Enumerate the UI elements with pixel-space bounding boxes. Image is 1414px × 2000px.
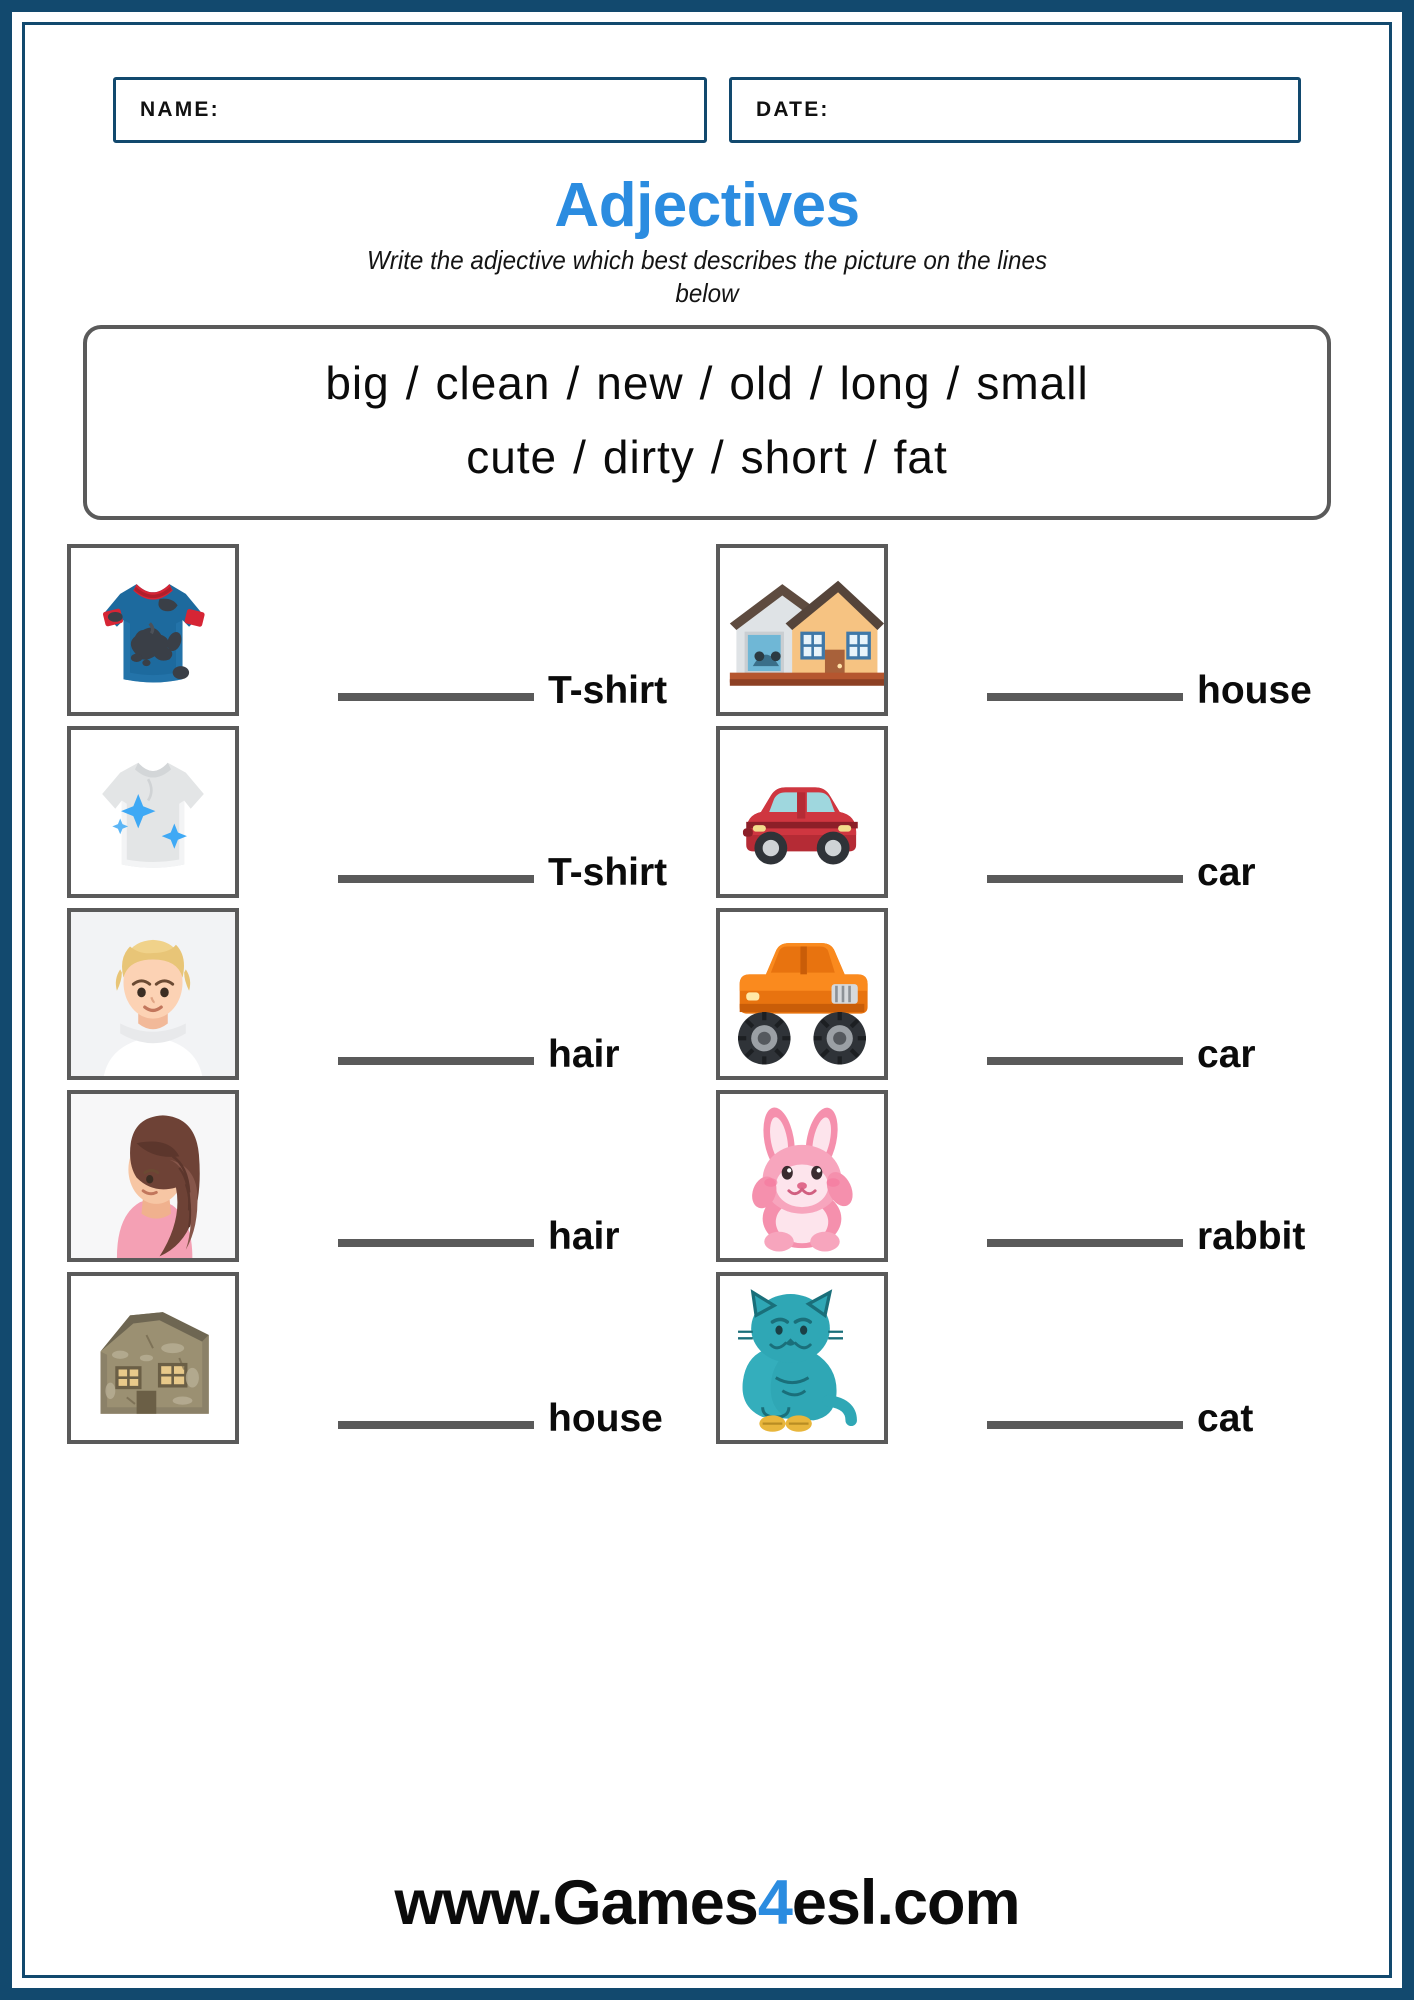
noun-label: car bbox=[1197, 1033, 1256, 1077]
answer-area: T-shirt bbox=[239, 853, 698, 898]
word-bank-separator: / bbox=[405, 357, 420, 410]
word-bank-word: long bbox=[839, 357, 931, 410]
word-bank-word: cute bbox=[466, 430, 558, 483]
question-item: T-shirt bbox=[67, 720, 698, 899]
short-hair-girl-icon bbox=[67, 908, 239, 1081]
word-bank-separator: / bbox=[946, 357, 961, 410]
word-bank-word: fat bbox=[893, 430, 948, 483]
answer-write-line[interactable] bbox=[338, 1057, 534, 1066]
word-bank-word: clean bbox=[435, 357, 551, 410]
answer-write-line[interactable] bbox=[338, 693, 534, 702]
cute-rabbit-icon bbox=[716, 1090, 888, 1263]
answer-area: house bbox=[239, 1399, 698, 1444]
noun-label: house bbox=[1197, 669, 1312, 713]
answer-write-line[interactable] bbox=[338, 875, 534, 884]
question-item: car bbox=[716, 902, 1347, 1081]
header-fields: NAME: DATE: bbox=[25, 25, 1389, 143]
question-item: house bbox=[716, 538, 1347, 717]
instructions-text: Write the adjective which best describes… bbox=[366, 245, 1048, 308]
questions-grid: T-shirt house T-shirt car hair car hair … bbox=[67, 538, 1347, 1445]
noun-label: T-shirt bbox=[548, 851, 668, 895]
question-item: cat bbox=[716, 1266, 1347, 1445]
question-item: car bbox=[716, 720, 1347, 899]
date-label: DATE: bbox=[756, 98, 830, 121]
word-bank-separator: / bbox=[566, 357, 581, 410]
date-field[interactable]: DATE: bbox=[729, 77, 1301, 143]
noun-label: T-shirt bbox=[548, 669, 668, 713]
big-monster-truck-icon bbox=[716, 908, 888, 1081]
answer-area: hair bbox=[239, 1035, 698, 1080]
dirty-tshirt-icon bbox=[67, 544, 239, 717]
fat-cat-icon bbox=[716, 1272, 888, 1445]
answer-write-line[interactable] bbox=[987, 693, 1183, 702]
noun-label: cat bbox=[1197, 1397, 1254, 1441]
noun-label: house bbox=[548, 1397, 663, 1441]
answer-area: hair bbox=[239, 1217, 698, 1262]
small-car-icon bbox=[716, 726, 888, 899]
answer-area: T-shirt bbox=[239, 671, 698, 716]
word-bank-line-1: big / clean / new / old / long / small bbox=[107, 347, 1307, 421]
name-label: NAME: bbox=[140, 98, 220, 121]
clean-tshirt-icon bbox=[67, 726, 239, 899]
word-bank-separator: / bbox=[699, 357, 714, 410]
answer-area: rabbit bbox=[888, 1217, 1347, 1262]
noun-label: rabbit bbox=[1197, 1215, 1306, 1259]
branding-prefix: www.Games bbox=[394, 1868, 759, 1938]
word-bank-word: old bbox=[729, 357, 794, 410]
word-bank-separator: / bbox=[573, 430, 587, 483]
noun-label: hair bbox=[548, 1033, 620, 1077]
word-bank-separator: / bbox=[809, 357, 824, 410]
answer-write-line[interactable] bbox=[987, 1239, 1183, 1248]
answer-write-line[interactable] bbox=[987, 1057, 1183, 1066]
question-item: rabbit bbox=[716, 1084, 1347, 1263]
branding-suffix: esl.com bbox=[791, 1868, 1021, 1938]
new-house-icon bbox=[716, 544, 888, 717]
old-house-icon bbox=[67, 1272, 239, 1445]
long-hair-girl-icon bbox=[67, 1090, 239, 1263]
noun-label: car bbox=[1197, 851, 1256, 895]
word-bank-word: new bbox=[596, 357, 684, 410]
answer-write-line[interactable] bbox=[987, 875, 1183, 884]
answer-write-line[interactable] bbox=[338, 1421, 534, 1430]
word-bank-separator: / bbox=[863, 430, 878, 483]
worksheet-page: NAME: DATE: Adjectives Write the adjecti… bbox=[0, 0, 1414, 2000]
answer-area: house bbox=[888, 671, 1347, 716]
worksheet-inner-frame: NAME: DATE: Adjectives Write the adjecti… bbox=[22, 22, 1392, 1978]
word-bank-word: dirty bbox=[602, 430, 695, 483]
page-title: Adjectives bbox=[554, 171, 860, 240]
noun-label: hair bbox=[548, 1215, 620, 1259]
answer-write-line[interactable] bbox=[338, 1239, 534, 1248]
answer-area: car bbox=[888, 1035, 1347, 1080]
question-item: T-shirt bbox=[67, 538, 698, 717]
word-bank-word: short bbox=[740, 430, 848, 483]
name-field[interactable]: NAME: bbox=[113, 77, 707, 143]
question-item: house bbox=[67, 1266, 698, 1445]
answer-area: cat bbox=[888, 1399, 1347, 1444]
word-bank-separator: / bbox=[710, 430, 725, 483]
word-bank-line-2: cute / dirty / short / fat bbox=[107, 421, 1307, 495]
answer-area: car bbox=[888, 853, 1347, 898]
branding-accent: 4 bbox=[757, 1868, 793, 1938]
word-bank-word: small bbox=[976, 357, 1089, 410]
answer-write-line[interactable] bbox=[987, 1421, 1183, 1430]
site-branding: www.Games4esl.com bbox=[25, 1867, 1389, 1939]
word-bank-word: big bbox=[325, 357, 390, 410]
word-bank: big / clean / new / old / long / small cute / dirty /… bbox=[83, 325, 1331, 521]
question-item: hair bbox=[67, 1084, 698, 1263]
question-item: hair bbox=[67, 902, 698, 1081]
